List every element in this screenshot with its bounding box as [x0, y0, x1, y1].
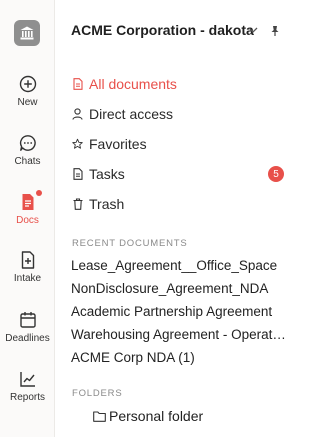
rail-item-new[interactable]: New: [0, 74, 55, 108]
nav-trash[interactable]: Trash: [72, 193, 287, 215]
rail-label: Deadlines: [5, 333, 50, 344]
nav-all-documents[interactable]: All documents: [72, 73, 287, 95]
recent-documents-heading: RECENT DOCUMENTS: [72, 238, 188, 249]
rail-item-reports[interactable]: Reports: [0, 369, 55, 403]
recent-document-item[interactable]: Warehousing Agreement - Operations: [71, 327, 287, 342]
trash-icon: [72, 198, 83, 211]
bank-icon: [20, 26, 34, 40]
rail-item-deadlines[interactable]: Deadlines: [0, 310, 55, 344]
document-icon: [72, 78, 83, 91]
tasks-count-badge: 5: [268, 166, 284, 182]
recent-document-item[interactable]: Academic Partnership Agreement: [71, 304, 287, 319]
folder-item[interactable]: Personal folder: [93, 408, 203, 424]
org-switcher-name[interactable]: ACME Corporation - dakota: [71, 22, 263, 38]
nav-label: Trash: [89, 196, 125, 212]
recent-document-item[interactable]: NonDisclosure_Agreement_NDA: [71, 281, 287, 296]
org-logo[interactable]: [14, 20, 40, 46]
folder-label: Personal folder: [109, 408, 204, 424]
folders-heading: FOLDERS: [72, 388, 123, 399]
nav-label: Tasks: [89, 166, 125, 182]
task-document-icon: [72, 168, 83, 181]
docs-panel: ACME Corporation - dakota All documents …: [56, 0, 297, 437]
star-icon: [72, 138, 83, 151]
rail-item-intake[interactable]: Intake: [0, 250, 55, 284]
plus-circle-icon: [18, 74, 38, 94]
recent-document-item[interactable]: ACME Corp NDA (1): [71, 350, 287, 365]
rail-label: Reports: [9, 392, 45, 403]
document-icon: [18, 190, 42, 212]
nav-label: Direct access: [89, 106, 174, 122]
recent-document-item[interactable]: Lease_Agreement__Office_Space: [71, 258, 287, 273]
rail-label: Chats: [14, 156, 41, 167]
chevron-down-icon[interactable]: [247, 24, 259, 36]
rail-item-chats[interactable]: Chats: [0, 133, 55, 167]
user-icon: [72, 108, 83, 121]
rail-label: New: [17, 97, 38, 108]
document-plus-icon: [18, 250, 38, 270]
rail-item-docs[interactable]: Docs: [0, 190, 55, 226]
left-rail: New Chats Docs Intake Deadlines Reports: [0, 0, 55, 437]
nav-label: Favorites: [89, 136, 147, 152]
nav-label: All documents: [89, 76, 177, 92]
pin-icon[interactable]: [269, 25, 281, 37]
calendar-icon: [18, 310, 38, 330]
notification-dot: [35, 190, 42, 196]
nav-favorites[interactable]: Favorites: [72, 133, 287, 155]
line-chart-icon: [18, 369, 38, 389]
chat-bubble-icon: [18, 133, 38, 153]
rail-label: Intake: [13, 273, 42, 284]
nav-direct-access[interactable]: Direct access: [72, 103, 287, 125]
nav-tasks[interactable]: Tasks 5: [72, 163, 287, 185]
rail-label: Docs: [16, 215, 39, 226]
folder-icon: [93, 410, 106, 422]
